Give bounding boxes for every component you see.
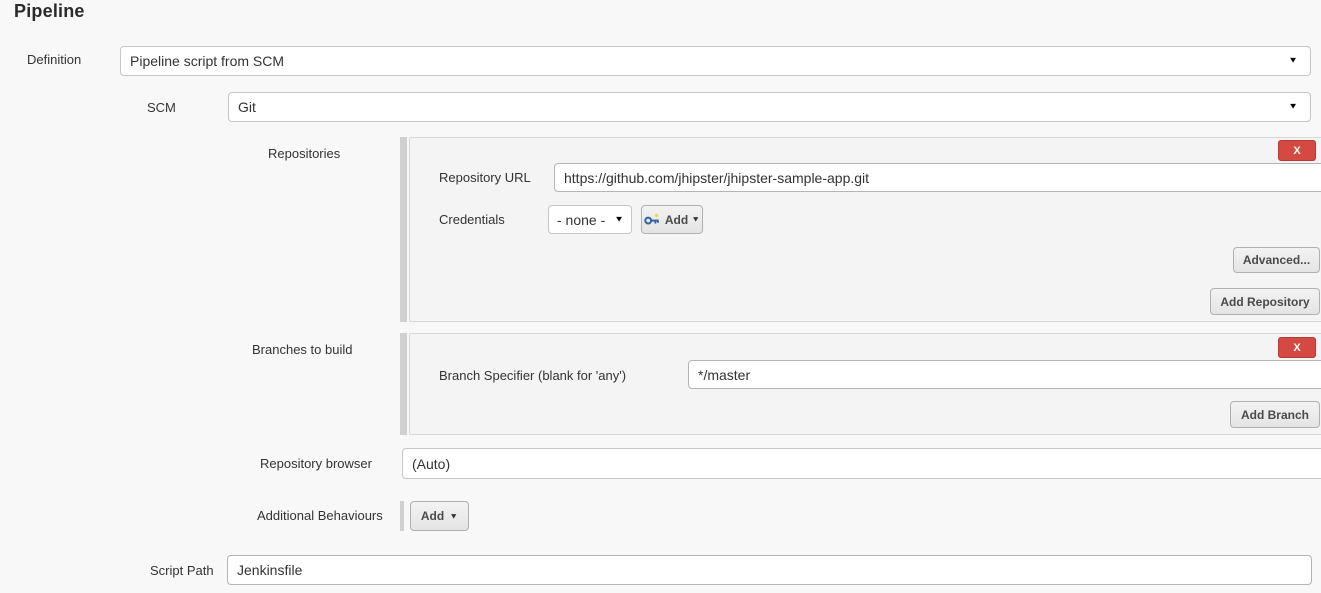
key-icon [644, 213, 660, 226]
add-branch-button[interactable]: Add Branch [1230, 401, 1320, 428]
caret-down-icon: ▼ [691, 216, 700, 224]
repositories-label: Repositories [268, 146, 340, 161]
add-behaviour-label: Add [421, 509, 444, 523]
repository-url-input[interactable] [554, 163, 1321, 192]
repository-browser-select[interactable]: (Auto) [402, 448, 1321, 479]
definition-select[interactable]: Pipeline script from SCM [120, 46, 1311, 76]
branch-drag-handle [400, 333, 407, 435]
behaviours-drag-handle [400, 501, 404, 531]
branch-specifier-input[interactable] [688, 360, 1321, 389]
additional-behaviours-label: Additional Behaviours [257, 508, 383, 523]
advanced-button[interactable]: Advanced... [1233, 247, 1320, 273]
branch-specifier-label: Branch Specifier (blank for 'any') [439, 368, 626, 383]
definition-label: Definition [27, 52, 81, 67]
delete-repository-button[interactable]: X [1278, 140, 1316, 161]
repository-drag-handle [400, 137, 407, 322]
add-repository-button[interactable]: Add Repository [1210, 288, 1320, 315]
pipeline-config-section: Pipeline Definition Pipeline script from… [0, 0, 1321, 593]
scm-select[interactable]: Git [228, 92, 1311, 122]
branches-panel: X Branch Specifier (blank for 'any') Add… [409, 333, 1321, 435]
repository-browser-label: Repository browser [260, 456, 372, 471]
repository-panel: X Repository URL Credentials - none - ▼ … [409, 137, 1321, 322]
add-behaviour-button[interactable]: Add ▼ [410, 501, 469, 531]
repository-url-label: Repository URL [439, 170, 531, 185]
add-credentials-button[interactable]: Add ▼ [641, 205, 703, 234]
delete-branch-button[interactable]: X [1278, 337, 1316, 358]
caret-down-icon: ▼ [449, 512, 458, 520]
branches-to-build-label: Branches to build [252, 342, 352, 357]
credentials-label: Credentials [439, 212, 505, 227]
credentials-select[interactable]: - none - [548, 205, 632, 234]
page-title: Pipeline [14, 1, 85, 22]
script-path-input[interactable] [227, 555, 1312, 585]
add-credentials-label: Add [665, 213, 688, 227]
script-path-label: Script Path [150, 563, 214, 578]
scm-label: SCM [147, 100, 176, 115]
